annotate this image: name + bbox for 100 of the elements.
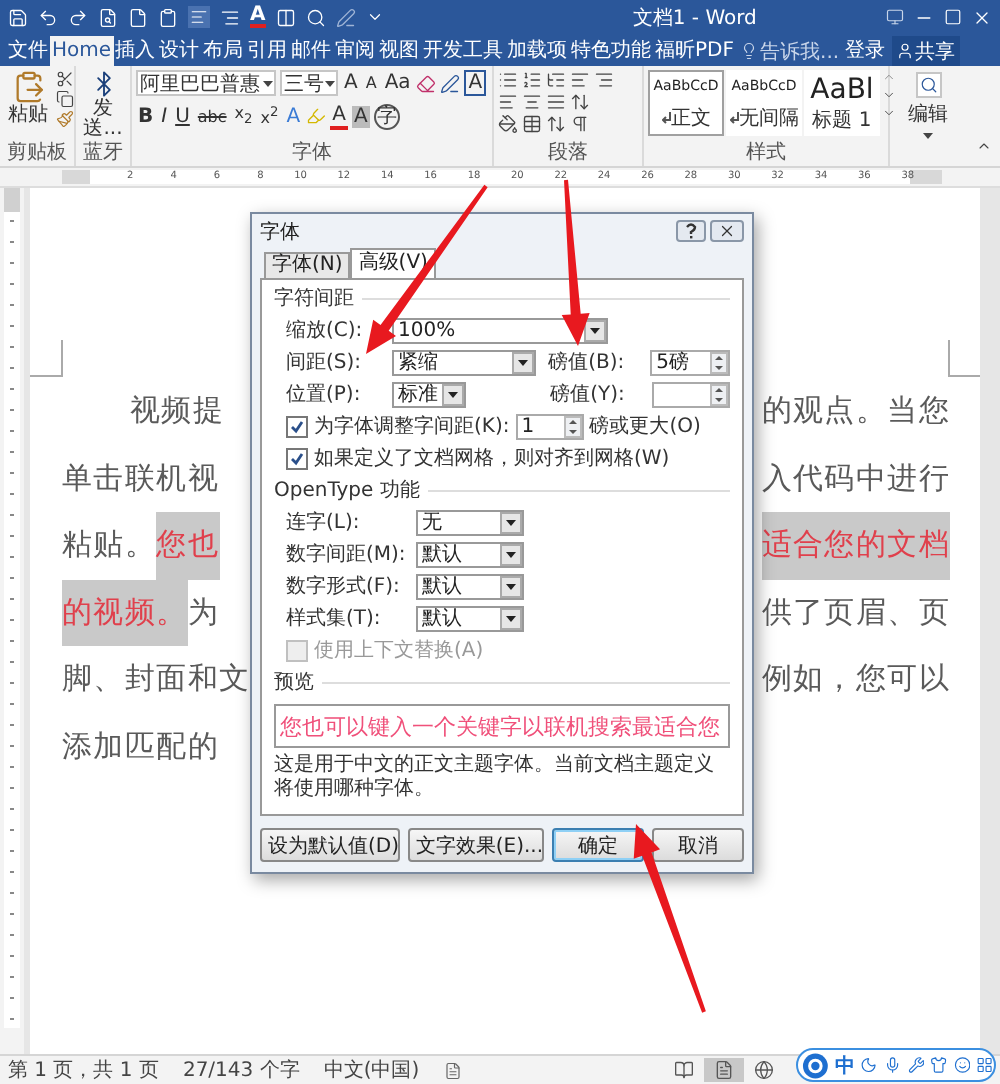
save-icon[interactable] bbox=[8, 7, 28, 27]
page-count[interactable]: 第 1 页，共 1 页 bbox=[8, 1056, 159, 1084]
text-effect-button[interactable]: A bbox=[284, 105, 303, 128]
position-by-field[interactable] bbox=[652, 381, 730, 407]
ribbon-tab[interactable]: 文件 bbox=[6, 36, 50, 66]
microphone-icon[interactable] bbox=[883, 1056, 902, 1074]
print-preview-icon[interactable] bbox=[98, 7, 118, 27]
paste-button[interactable]: 粘贴 bbox=[4, 106, 52, 126]
eraser-icon[interactable] bbox=[416, 73, 437, 93]
clipboard-icon[interactable] bbox=[158, 7, 178, 27]
opentype-dropdown[interactable]: 默认 bbox=[416, 541, 524, 567]
change-case-button[interactable]: Aa bbox=[382, 72, 413, 94]
ribbon-tab[interactable]: Home bbox=[50, 36, 114, 66]
scroll-down-icon[interactable] bbox=[882, 88, 896, 102]
macro-record-icon[interactable] bbox=[443, 1061, 462, 1079]
grow-font-button[interactable]: A bbox=[342, 72, 360, 94]
align-icon[interactable] bbox=[220, 7, 240, 27]
format-button[interactable]: U bbox=[173, 105, 192, 128]
collapse-ribbon-icon[interactable] bbox=[976, 138, 992, 154]
font-size-field[interactable]: 三号 bbox=[280, 70, 338, 96]
scale-dropdown[interactable]: 100% bbox=[392, 317, 608, 343]
format-button[interactable]: B bbox=[136, 105, 156, 128]
copy-icon[interactable] bbox=[56, 90, 74, 108]
opentype-dropdown[interactable]: 默认 bbox=[416, 573, 524, 599]
ribbon-tab[interactable]: 设计 bbox=[157, 36, 202, 66]
view-button[interactable] bbox=[704, 1058, 744, 1082]
dialog-tab[interactable]: 字体(N) bbox=[264, 252, 351, 278]
cut-icon[interactable] bbox=[56, 70, 74, 88]
wrench-icon[interactable] bbox=[907, 1056, 925, 1074]
redo-icon[interactable] bbox=[68, 7, 88, 27]
font-color-button[interactable]: A bbox=[330, 103, 348, 130]
share-button[interactable]: 共享 bbox=[891, 36, 960, 66]
ribbon-display-icon[interactable] bbox=[886, 8, 904, 26]
ribbon-tab[interactable]: 引用 bbox=[245, 36, 290, 66]
opentype-dropdown[interactable]: 无 bbox=[416, 509, 524, 535]
emoji-icon[interactable] bbox=[953, 1056, 971, 1074]
input-method-logo-icon[interactable] bbox=[802, 1051, 829, 1079]
checkbox[interactable] bbox=[286, 447, 308, 469]
checkbox[interactable] bbox=[286, 415, 308, 437]
opentype-dropdown[interactable]: 默认 bbox=[416, 605, 524, 631]
style-card[interactable]: AaBl 标题 1 bbox=[804, 70, 880, 136]
align-left-icon[interactable] bbox=[498, 92, 518, 112]
close-icon[interactable] bbox=[972, 7, 992, 27]
enclose-character-button[interactable]: 字 bbox=[373, 103, 400, 130]
moon-icon[interactable] bbox=[860, 1056, 878, 1074]
ribbon-tab[interactable]: 审阅 bbox=[333, 36, 378, 66]
borders-icon[interactable] bbox=[522, 114, 542, 134]
shading-icon[interactable] bbox=[498, 114, 518, 134]
grid-icon[interactable] bbox=[976, 1056, 995, 1074]
ribbon-tab[interactable]: 开发工具 bbox=[421, 36, 506, 66]
ribbon-tab[interactable]: 插入 bbox=[113, 36, 158, 66]
numbering-icon[interactable] bbox=[522, 70, 542, 90]
line-spacing-icon[interactable] bbox=[570, 92, 590, 112]
new-document-icon[interactable] bbox=[128, 7, 148, 27]
dialog-button[interactable]: 文字效果(E)... bbox=[407, 828, 544, 862]
maximize-icon[interactable] bbox=[944, 8, 962, 26]
dialog-button[interactable]: 确定 bbox=[552, 828, 644, 862]
spacing-dropdown[interactable]: 紧缩 bbox=[392, 349, 537, 375]
format-button[interactable]: I bbox=[159, 105, 170, 128]
ribbon-tab[interactable]: 布局 bbox=[201, 36, 246, 66]
columns-icon[interactable] bbox=[275, 7, 296, 27]
format-button[interactable]: x$_{2}$ bbox=[232, 102, 255, 132]
undo-icon[interactable] bbox=[38, 7, 58, 27]
customize-icon[interactable] bbox=[365, 8, 384, 26]
find-button[interactable] bbox=[915, 72, 941, 98]
paste-icon[interactable] bbox=[11, 70, 45, 104]
input-mode-toggle[interactable]: 中 bbox=[834, 1051, 855, 1079]
bullets-icon[interactable] bbox=[498, 70, 518, 90]
font-name-field[interactable]: 阿里巴巴普惠 bbox=[136, 70, 276, 96]
kerning-field[interactable]: 1 bbox=[515, 413, 584, 439]
pilcrow-icon[interactable] bbox=[570, 114, 590, 134]
search-icon[interactable] bbox=[305, 7, 326, 27]
word-count[interactable]: 27/143 个字 bbox=[182, 1056, 300, 1084]
help-button[interactable] bbox=[676, 220, 706, 242]
send-button[interactable]: 发送... bbox=[83, 100, 123, 140]
ribbon-tab[interactable]: 邮件 bbox=[289, 36, 334, 66]
close-button[interactable] bbox=[710, 220, 744, 242]
align-center-icon[interactable] bbox=[522, 92, 542, 112]
skin-icon[interactable] bbox=[930, 1056, 948, 1074]
sort-icon[interactable] bbox=[546, 114, 566, 134]
shading-button[interactable]: A bbox=[351, 105, 370, 128]
ribbon-tab[interactable]: 视图 bbox=[377, 36, 422, 66]
spacing-by-field[interactable]: 5磅 bbox=[650, 349, 730, 375]
more-styles-icon[interactable] bbox=[882, 106, 896, 120]
format-button[interactable]: abc bbox=[195, 105, 229, 128]
character-border-button[interactable]: A bbox=[464, 70, 487, 96]
sign-in-link[interactable]: 登录 bbox=[845, 36, 886, 66]
tell-me-field[interactable]: 告诉我... bbox=[760, 37, 840, 65]
pen-icon[interactable] bbox=[335, 7, 356, 27]
dialog-button[interactable]: 设为默认值(D) bbox=[260, 828, 400, 862]
multilevel-list-icon[interactable] bbox=[546, 70, 566, 90]
position-dropdown[interactable]: 标准 bbox=[392, 381, 467, 407]
ribbon-tab[interactable]: 福昕PDF bbox=[653, 36, 737, 66]
language-status[interactable]: 中文(中国) bbox=[323, 1056, 420, 1084]
font-color-button[interactable]: A bbox=[250, 6, 266, 28]
editing-label[interactable]: 编辑 bbox=[908, 100, 948, 128]
format-button[interactable]: x$^{2}$ bbox=[258, 102, 281, 131]
layout-button[interactable] bbox=[188, 6, 210, 28]
phonetic-guide-icon[interactable] bbox=[440, 73, 461, 93]
shrink-font-button[interactable]: A bbox=[363, 72, 379, 94]
